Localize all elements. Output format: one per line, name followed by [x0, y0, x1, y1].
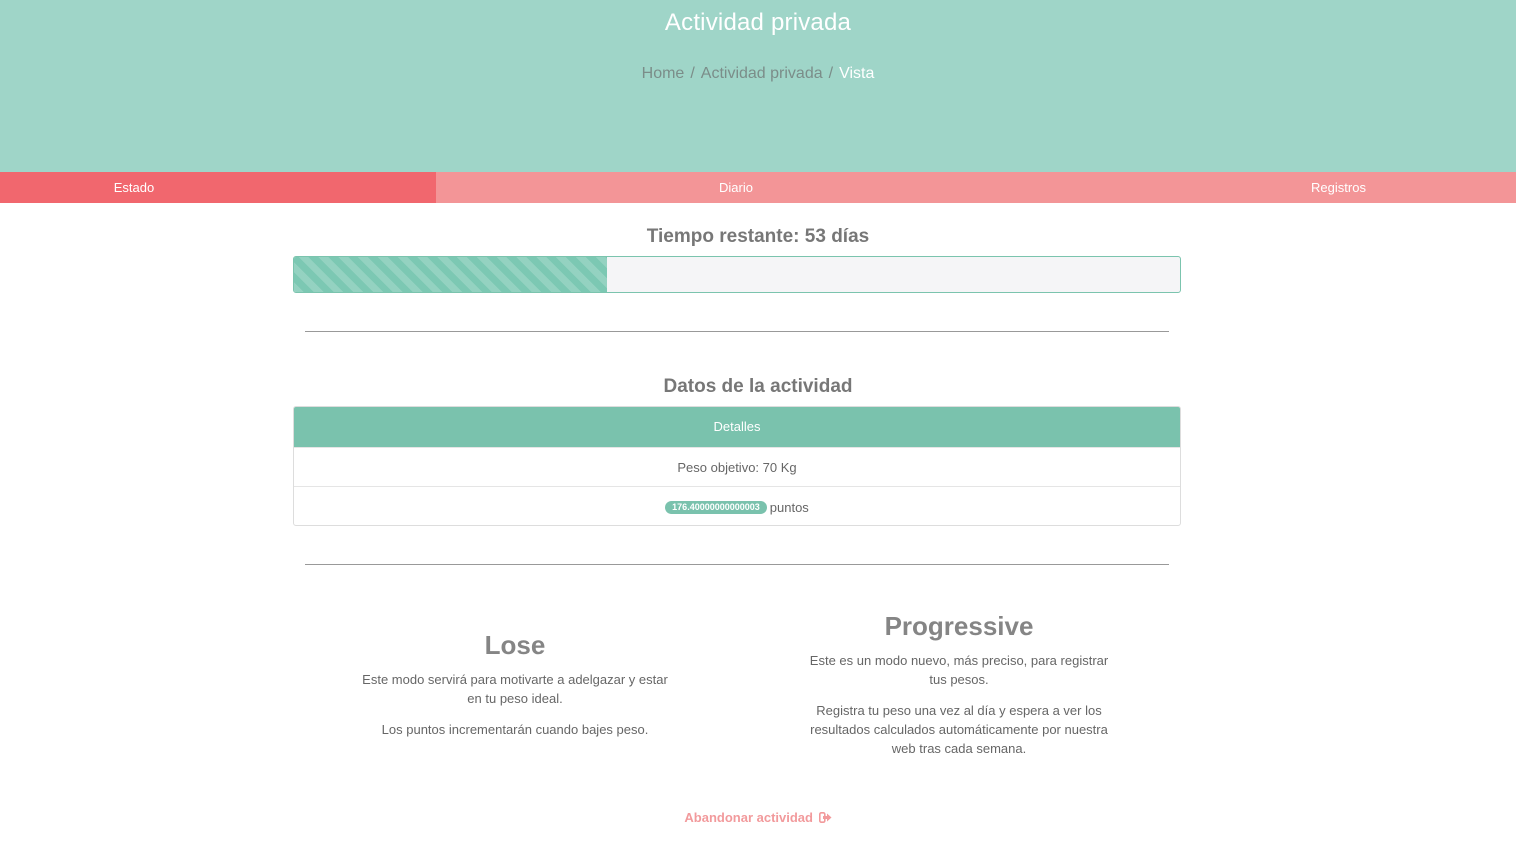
- mode-progressive-instructions: Registra tu peso una vez al día y espera…: [810, 703, 1108, 756]
- mode-progressive-description: Este es un modo nuevo, más preciso, para…: [809, 653, 1109, 687]
- tab-diario[interactable]: Diario: [436, 172, 1036, 203]
- points-label: puntos: [769, 500, 809, 516]
- mode-lose-points-note: Los puntos incrementarán cuando bajes pe…: [381, 722, 649, 737]
- breadcrumb: Home / Actividad privada / Vista: [0, 65, 1516, 83]
- tab-registros[interactable]: Registros: [1036, 172, 1516, 203]
- abandon-activity-label: Abandonar actividad: [684, 810, 813, 825]
- points-row: 176.40000000000003 puntos: [294, 486, 1180, 525]
- mode-lose-title: Lose: [484, 630, 546, 660]
- progress-bar-fill: [294, 257, 607, 292]
- breadcrumb-current: Vista: [839, 65, 875, 82]
- hero-header: Actividad privada Home / Actividad privada…: [0, 0, 1516, 172]
- remaining-time-title: Tiempo restante: 53 días: [646, 226, 870, 247]
- divider: [305, 564, 1169, 565]
- details-card-header: Detalles: [294, 407, 1180, 447]
- breadcrumb-section-link[interactable]: Actividad privada: [701, 65, 823, 82]
- divider: [305, 331, 1169, 332]
- activity-data-title: Datos de la actividad: [663, 376, 853, 397]
- target-weight-row: Peso objetivo: 70 Kg: [294, 447, 1180, 486]
- mode-lose: Lose Este modo servirá para motivarte a …: [362, 630, 668, 751]
- points-badge: 176.40000000000003: [665, 501, 767, 515]
- abandon-activity-link[interactable]: Abandonar actividad: [0, 810, 1516, 825]
- details-card: Detalles Peso objetivo: 70 Kg 176.400000…: [293, 406, 1181, 526]
- breadcrumb-separator: /: [828, 65, 834, 82]
- breadcrumb-home-link[interactable]: Home: [642, 65, 685, 82]
- mode-lose-description: Este modo servirá para motivarte a adelg…: [362, 672, 668, 706]
- sign-out-icon: [818, 811, 832, 825]
- tab-bar: Estado Diario Registros: [0, 172, 1516, 203]
- breadcrumb-separator: /: [690, 65, 695, 82]
- remaining-time-progress-bar: [293, 256, 1181, 293]
- mode-progressive: Progressive Este es un modo nuevo, más p…: [806, 611, 1112, 770]
- mode-progressive-title: Progressive: [884, 611, 1034, 641]
- page-title: Actividad privada: [664, 9, 852, 36]
- tab-estado[interactable]: Estado: [0, 172, 436, 203]
